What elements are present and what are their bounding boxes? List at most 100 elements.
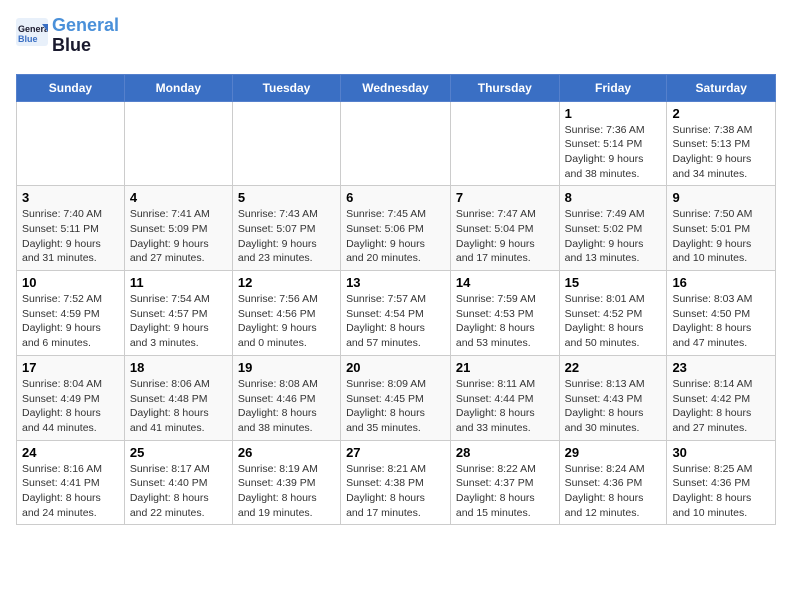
day-number: 3 bbox=[22, 190, 119, 205]
day-number: 16 bbox=[672, 275, 770, 290]
day-number: 2 bbox=[672, 106, 770, 121]
day-info: Sunrise: 7:56 AM Sunset: 4:56 PM Dayligh… bbox=[238, 292, 335, 351]
day-number: 1 bbox=[565, 106, 662, 121]
calendar-week-row: 24 Sunrise: 8:16 AM Sunset: 4:41 PM Dayli… bbox=[17, 440, 776, 525]
calendar-cell: 11 Sunrise: 7:54 AM Sunset: 4:57 PM Dayli… bbox=[124, 271, 232, 356]
day-number: 17 bbox=[22, 360, 119, 375]
header-cell-monday: Monday bbox=[124, 74, 232, 101]
day-info: Sunrise: 8:13 AM Sunset: 4:43 PM Dayligh… bbox=[565, 377, 662, 436]
day-number: 24 bbox=[22, 445, 119, 460]
calendar-cell: 25 Sunrise: 8:17 AM Sunset: 4:40 PM Dayli… bbox=[124, 440, 232, 525]
page-header: General Blue GeneralBlue bbox=[16, 16, 776, 64]
day-number: 27 bbox=[346, 445, 445, 460]
calendar-cell: 8 Sunrise: 7:49 AM Sunset: 5:02 PM Daylig… bbox=[559, 186, 667, 271]
day-info: Sunrise: 8:25 AM Sunset: 4:36 PM Dayligh… bbox=[672, 462, 770, 521]
day-info: Sunrise: 8:03 AM Sunset: 4:50 PM Dayligh… bbox=[672, 292, 770, 351]
day-number: 23 bbox=[672, 360, 770, 375]
day-info: Sunrise: 7:57 AM Sunset: 4:54 PM Dayligh… bbox=[346, 292, 445, 351]
day-number: 4 bbox=[130, 190, 227, 205]
day-number: 14 bbox=[456, 275, 554, 290]
day-number: 8 bbox=[565, 190, 662, 205]
calendar-cell: 4 Sunrise: 7:41 AM Sunset: 5:09 PM Daylig… bbox=[124, 186, 232, 271]
calendar-cell: 19 Sunrise: 8:08 AM Sunset: 4:46 PM Dayli… bbox=[232, 355, 340, 440]
calendar-week-row: 1 Sunrise: 7:36 AM Sunset: 5:14 PM Daylig… bbox=[17, 101, 776, 186]
day-number: 12 bbox=[238, 275, 335, 290]
day-info: Sunrise: 8:09 AM Sunset: 4:45 PM Dayligh… bbox=[346, 377, 445, 436]
day-number: 25 bbox=[130, 445, 227, 460]
calendar-cell: 24 Sunrise: 8:16 AM Sunset: 4:41 PM Dayli… bbox=[17, 440, 125, 525]
calendar-cell: 14 Sunrise: 7:59 AM Sunset: 4:53 PM Dayli… bbox=[450, 271, 559, 356]
calendar-cell bbox=[124, 101, 232, 186]
day-info: Sunrise: 8:14 AM Sunset: 4:42 PM Dayligh… bbox=[672, 377, 770, 436]
day-info: Sunrise: 7:38 AM Sunset: 5:13 PM Dayligh… bbox=[672, 123, 770, 182]
calendar-week-row: 3Sunrise: 7:40 AM Sunset: 5:11 PM Daylig… bbox=[17, 186, 776, 271]
calendar-cell: 13Sunrise: 7:57 AM Sunset: 4:54 PM Dayli… bbox=[341, 271, 451, 356]
calendar-cell: 29 Sunrise: 8:24 AM Sunset: 4:36 PM Dayli… bbox=[559, 440, 667, 525]
calendar-cell: 2 Sunrise: 7:38 AM Sunset: 5:13 PM Daylig… bbox=[667, 101, 776, 186]
day-info: Sunrise: 8:17 AM Sunset: 4:40 PM Dayligh… bbox=[130, 462, 227, 521]
day-info: Sunrise: 8:16 AM Sunset: 4:41 PM Dayligh… bbox=[22, 462, 119, 521]
header-cell-tuesday: Tuesday bbox=[232, 74, 340, 101]
logo: General Blue GeneralBlue bbox=[16, 16, 119, 56]
calendar-cell: 10Sunrise: 7:52 AM Sunset: 4:59 PM Dayli… bbox=[17, 271, 125, 356]
day-info: Sunrise: 7:47 AM Sunset: 5:04 PM Dayligh… bbox=[456, 207, 554, 266]
header-cell-sunday: Sunday bbox=[17, 74, 125, 101]
day-number: 19 bbox=[238, 360, 335, 375]
day-info: Sunrise: 8:19 AM Sunset: 4:39 PM Dayligh… bbox=[238, 462, 335, 521]
day-number: 30 bbox=[672, 445, 770, 460]
calendar-cell: 18 Sunrise: 8:06 AM Sunset: 4:48 PM Dayli… bbox=[124, 355, 232, 440]
header-cell-thursday: Thursday bbox=[450, 74, 559, 101]
calendar-cell: 23 Sunrise: 8:14 AM Sunset: 4:42 PM Dayli… bbox=[667, 355, 776, 440]
calendar-table: SundayMondayTuesdayWednesdayThursdayFrid… bbox=[16, 74, 776, 526]
calendar-cell bbox=[232, 101, 340, 186]
calendar-body: 1 Sunrise: 7:36 AM Sunset: 5:14 PM Daylig… bbox=[17, 101, 776, 525]
calendar-cell: 30 Sunrise: 8:25 AM Sunset: 4:36 PM Dayli… bbox=[667, 440, 776, 525]
day-info: Sunrise: 7:49 AM Sunset: 5:02 PM Dayligh… bbox=[565, 207, 662, 266]
header-cell-friday: Friday bbox=[559, 74, 667, 101]
day-number: 6 bbox=[346, 190, 445, 205]
header-cell-wednesday: Wednesday bbox=[341, 74, 451, 101]
calendar-header: SundayMondayTuesdayWednesdayThursdayFrid… bbox=[17, 74, 776, 101]
logo-text: GeneralBlue bbox=[52, 16, 119, 56]
header-cell-saturday: Saturday bbox=[667, 74, 776, 101]
day-number: 28 bbox=[456, 445, 554, 460]
calendar-cell: 5Sunrise: 7:43 AM Sunset: 5:07 PM Daylig… bbox=[232, 186, 340, 271]
day-info: Sunrise: 8:22 AM Sunset: 4:37 PM Dayligh… bbox=[456, 462, 554, 521]
calendar-cell: 27Sunrise: 8:21 AM Sunset: 4:38 PM Dayli… bbox=[341, 440, 451, 525]
day-info: Sunrise: 7:43 AM Sunset: 5:07 PM Dayligh… bbox=[238, 207, 335, 266]
day-info: Sunrise: 7:45 AM Sunset: 5:06 PM Dayligh… bbox=[346, 207, 445, 266]
day-number: 20 bbox=[346, 360, 445, 375]
day-info: Sunrise: 7:36 AM Sunset: 5:14 PM Dayligh… bbox=[565, 123, 662, 182]
calendar-cell: 20 Sunrise: 8:09 AM Sunset: 4:45 PM Dayli… bbox=[341, 355, 451, 440]
day-info: Sunrise: 7:41 AM Sunset: 5:09 PM Dayligh… bbox=[130, 207, 227, 266]
day-info: Sunrise: 8:08 AM Sunset: 4:46 PM Dayligh… bbox=[238, 377, 335, 436]
calendar-cell bbox=[450, 101, 559, 186]
calendar-cell: 28 Sunrise: 8:22 AM Sunset: 4:37 PM Dayli… bbox=[450, 440, 559, 525]
calendar-cell: 1 Sunrise: 7:36 AM Sunset: 5:14 PM Daylig… bbox=[559, 101, 667, 186]
calendar-cell: 3Sunrise: 7:40 AM Sunset: 5:11 PM Daylig… bbox=[17, 186, 125, 271]
day-number: 11 bbox=[130, 275, 227, 290]
day-number: 29 bbox=[565, 445, 662, 460]
calendar-cell: 15Sunrise: 8:01 AM Sunset: 4:52 PM Dayli… bbox=[559, 271, 667, 356]
calendar-cell: 6 Sunrise: 7:45 AM Sunset: 5:06 PM Daylig… bbox=[341, 186, 451, 271]
day-info: Sunrise: 7:54 AM Sunset: 4:57 PM Dayligh… bbox=[130, 292, 227, 351]
day-number: 18 bbox=[130, 360, 227, 375]
calendar-cell: 12 Sunrise: 7:56 AM Sunset: 4:56 PM Dayli… bbox=[232, 271, 340, 356]
day-info: Sunrise: 7:59 AM Sunset: 4:53 PM Dayligh… bbox=[456, 292, 554, 351]
day-number: 26 bbox=[238, 445, 335, 460]
day-number: 10 bbox=[22, 275, 119, 290]
day-number: 22 bbox=[565, 360, 662, 375]
calendar-cell: 26 Sunrise: 8:19 AM Sunset: 4:39 PM Dayli… bbox=[232, 440, 340, 525]
day-number: 7 bbox=[456, 190, 554, 205]
day-info: Sunrise: 8:06 AM Sunset: 4:48 PM Dayligh… bbox=[130, 377, 227, 436]
day-info: Sunrise: 8:01 AM Sunset: 4:52 PM Dayligh… bbox=[565, 292, 662, 351]
calendar-cell: 16 Sunrise: 8:03 AM Sunset: 4:50 PM Dayli… bbox=[667, 271, 776, 356]
day-number: 21 bbox=[456, 360, 554, 375]
logo-icon: General Blue bbox=[16, 18, 48, 46]
header-row: SundayMondayTuesdayWednesdayThursdayFrid… bbox=[17, 74, 776, 101]
svg-text:Blue: Blue bbox=[18, 34, 38, 44]
day-info: Sunrise: 8:11 AM Sunset: 4:44 PM Dayligh… bbox=[456, 377, 554, 436]
day-info: Sunrise: 8:24 AM Sunset: 4:36 PM Dayligh… bbox=[565, 462, 662, 521]
day-number: 9 bbox=[672, 190, 770, 205]
calendar-cell: 17Sunrise: 8:04 AM Sunset: 4:49 PM Dayli… bbox=[17, 355, 125, 440]
